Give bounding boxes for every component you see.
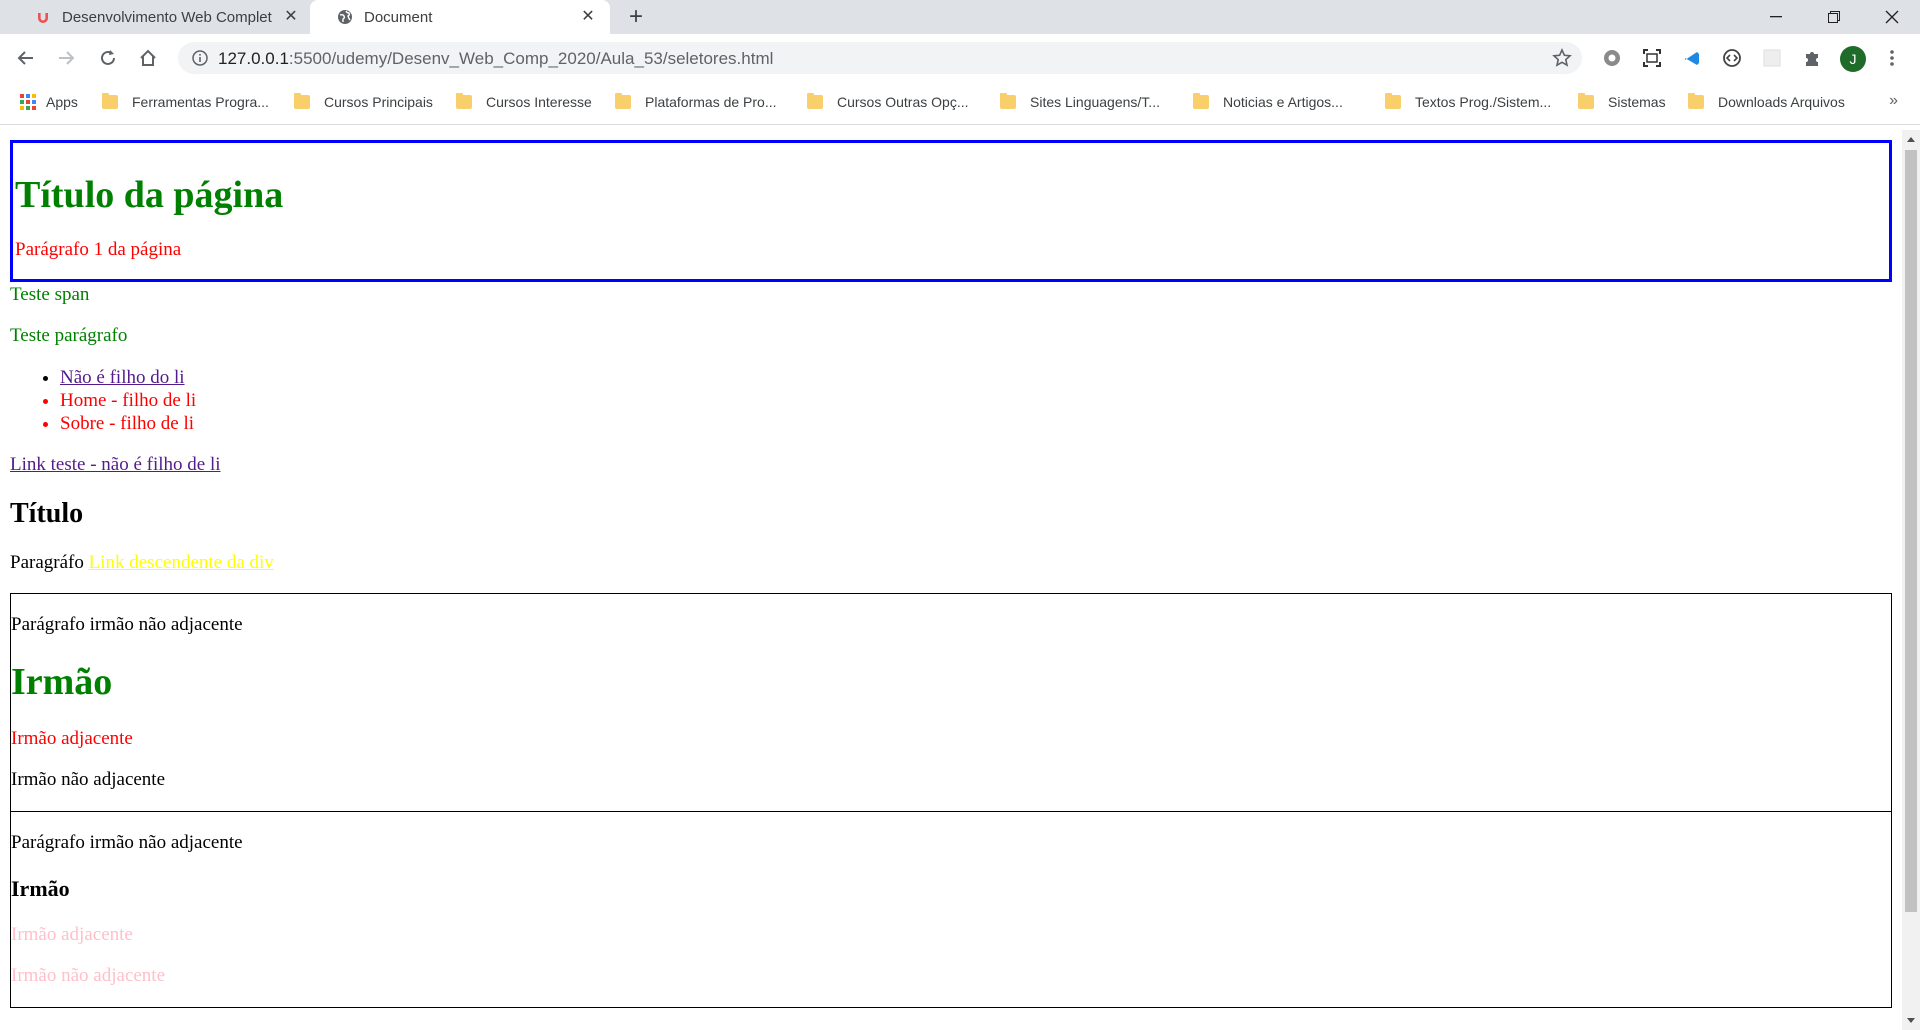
folder-icon xyxy=(807,93,823,109)
folder-icon xyxy=(1578,93,1594,109)
bookmark-label: Cursos Outras Opç... xyxy=(837,94,969,110)
bookmark-folder[interactable]: Noticias e Artigos... xyxy=(1193,93,1343,110)
code-extension-icon[interactable] xyxy=(1720,46,1744,70)
list-item: Home - filho de li xyxy=(60,389,1892,412)
address-bar[interactable]: 127.0.0.1:5500/udemy/Desenv_Web_Comp_202… xyxy=(178,42,1582,74)
list-link-home[interactable]: Home - filho de li xyxy=(60,390,196,411)
profile-avatar[interactable]: J xyxy=(1840,46,1866,72)
bookmark-star-icon[interactable] xyxy=(1552,48,1572,73)
tab-udemy[interactable]: Desenvolvimento Web Completo ✕ xyxy=(8,0,313,34)
scroll-up-arrow-icon[interactable] xyxy=(1907,137,1915,142)
header-paragraph: Parágrafo 1 da página xyxy=(15,239,182,260)
non-adjacent-sibling: Irmão não adjacente xyxy=(11,965,166,986)
gear-extension-icon[interactable] xyxy=(1600,46,1624,70)
list-link-not-child[interactable]: Não é filho do li xyxy=(60,367,185,388)
non-adjacent-paragraph: Parágrafo irmão não adjacente xyxy=(11,614,243,635)
bookmark-label: Downloads Arquivos xyxy=(1718,94,1845,110)
adjacent-sibling: Irmão adjacente xyxy=(11,728,133,749)
bookmark-label: Cursos Interesse xyxy=(486,94,592,110)
apps-grid-icon xyxy=(20,94,36,110)
sibling-heading: Irmão xyxy=(11,661,113,703)
tab-strip: Desenvolvimento Web Completo ✕ Document … xyxy=(0,0,1920,34)
page-body: Título da página Parágrafo 1 da página T… xyxy=(0,130,1902,1008)
non-adjacent-sibling: Irmão não adjacente xyxy=(11,769,166,790)
tab-title: Desenvolvimento Web Completo xyxy=(62,8,272,26)
folder-icon xyxy=(1385,93,1401,109)
folder-icon xyxy=(456,93,472,109)
bookmark-folder[interactable]: Downloads Arquivos xyxy=(1688,93,1845,110)
vertical-scrollbar[interactable] xyxy=(1902,130,1920,1030)
folder-icon xyxy=(1193,93,1209,109)
folder-icon xyxy=(102,93,118,109)
blank-extension-icon[interactable] xyxy=(1760,46,1784,70)
adjacent-sibling: Irmão adjacente xyxy=(11,924,133,945)
bookmarks-bar: Apps Ferramentas Progra... Cursos Princi… xyxy=(0,84,1920,125)
close-icon[interactable]: ✕ xyxy=(283,9,299,25)
nav-list: Não é filho do li Home - filho de li Sob… xyxy=(10,366,1892,435)
globe-icon xyxy=(336,8,354,26)
list-item: Sobre - filho de li xyxy=(60,412,1892,435)
restore-icon[interactable] xyxy=(1806,0,1862,34)
scroll-down-arrow-icon[interactable] xyxy=(1907,1018,1915,1023)
bookmark-label: Sistemas xyxy=(1608,94,1666,110)
sibling-block-2: Parágrafo irmão não adjacente Irmão Irmã… xyxy=(10,812,1892,1008)
bookmarks-overflow-icon[interactable]: » xyxy=(1889,92,1898,110)
home-icon[interactable] xyxy=(134,44,162,72)
bookmark-apps[interactable]: Apps xyxy=(20,94,78,110)
window-close-icon[interactable] xyxy=(1864,0,1920,34)
bookmark-label: Sites Linguagens/T... xyxy=(1030,94,1160,110)
new-tab-icon[interactable]: + xyxy=(622,5,650,29)
bookmark-folder[interactable]: Sistemas xyxy=(1578,93,1666,110)
url-text: 127.0.0.1:5500/udemy/Desenv_Web_Comp_202… xyxy=(218,49,773,69)
list-item: Não é filho do li xyxy=(60,366,1892,389)
list-link-about[interactable]: Sobre - filho de li xyxy=(60,413,194,434)
bookmark-folder[interactable]: Ferramentas Progra... xyxy=(102,93,269,110)
section-title: Título xyxy=(10,498,84,529)
forward-arrow-icon[interactable] xyxy=(52,44,80,72)
test-paragraph: Teste parágrafo xyxy=(10,325,128,346)
bookmark-folder[interactable]: Cursos Interesse xyxy=(456,93,592,110)
bookmark-label: Apps xyxy=(46,94,78,110)
test-span: Teste span xyxy=(10,284,90,305)
link-outside-list[interactable]: Link teste - não é filho de li xyxy=(10,454,221,475)
kebab-menu-icon[interactable] xyxy=(1880,46,1904,70)
section-paragraph-text: Paragráfo xyxy=(10,552,84,573)
page-title: Título da página xyxy=(15,174,284,216)
bookmark-label: Noticias e Artigos... xyxy=(1223,94,1343,110)
header-box: Título da página Parágrafo 1 da página xyxy=(10,140,1892,282)
scrollbar-thumb[interactable] xyxy=(1905,150,1917,912)
section-paragraph: Paragráfo Link descendente da div xyxy=(10,552,1892,574)
bookmark-folder[interactable]: Textos Prog./Sistem... xyxy=(1385,93,1552,110)
folder-icon xyxy=(1000,93,1016,109)
bookmark-folder[interactable]: Cursos Outras Opç... xyxy=(807,93,969,110)
bookmark-folder[interactable]: Sites Linguagens/T... xyxy=(1000,93,1160,110)
folder-icon xyxy=(294,93,310,109)
tab-document[interactable]: Document ✕ xyxy=(310,0,610,34)
puzzle-extensions-icon[interactable] xyxy=(1800,46,1824,70)
page-viewport: Título da página Parágrafo 1 da página T… xyxy=(0,130,1902,1030)
bookmark-folder[interactable]: Plataformas de Pro... xyxy=(615,93,777,110)
url-path: :5500/udemy/Desenv_Web_Comp_2020/Aula_53… xyxy=(288,49,774,68)
folder-icon xyxy=(615,93,631,109)
bookmark-label: Plataformas de Pro... xyxy=(645,94,777,110)
back-arrow-icon[interactable] xyxy=(12,44,40,72)
sibling-block-1: Parágrafo irmão não adjacente Irmão Irmã… xyxy=(10,593,1892,812)
minimize-icon[interactable] xyxy=(1748,0,1804,34)
tab-title: Document xyxy=(364,8,433,26)
non-adjacent-paragraph: Parágrafo irmão não adjacente xyxy=(11,832,243,853)
close-icon[interactable]: ✕ xyxy=(580,9,596,25)
bookmark-label: Cursos Principais xyxy=(324,94,433,110)
info-icon[interactable] xyxy=(192,50,208,71)
screenshot-extension-icon[interactable] xyxy=(1640,46,1664,70)
bookmark-folder[interactable]: Cursos Principais xyxy=(294,93,433,110)
udemy-icon xyxy=(34,8,52,26)
descendant-link[interactable]: Link descendente da div xyxy=(89,552,274,573)
sibling-heading: Irmão xyxy=(11,876,70,901)
reload-icon[interactable] xyxy=(94,44,122,72)
vscode-extension-icon[interactable] xyxy=(1680,46,1704,70)
folder-icon xyxy=(1688,93,1704,109)
bookmark-label: Ferramentas Progra... xyxy=(132,94,269,110)
bookmark-label: Textos Prog./Sistem... xyxy=(1415,94,1552,110)
url-host: 127.0.0.1 xyxy=(218,49,289,68)
